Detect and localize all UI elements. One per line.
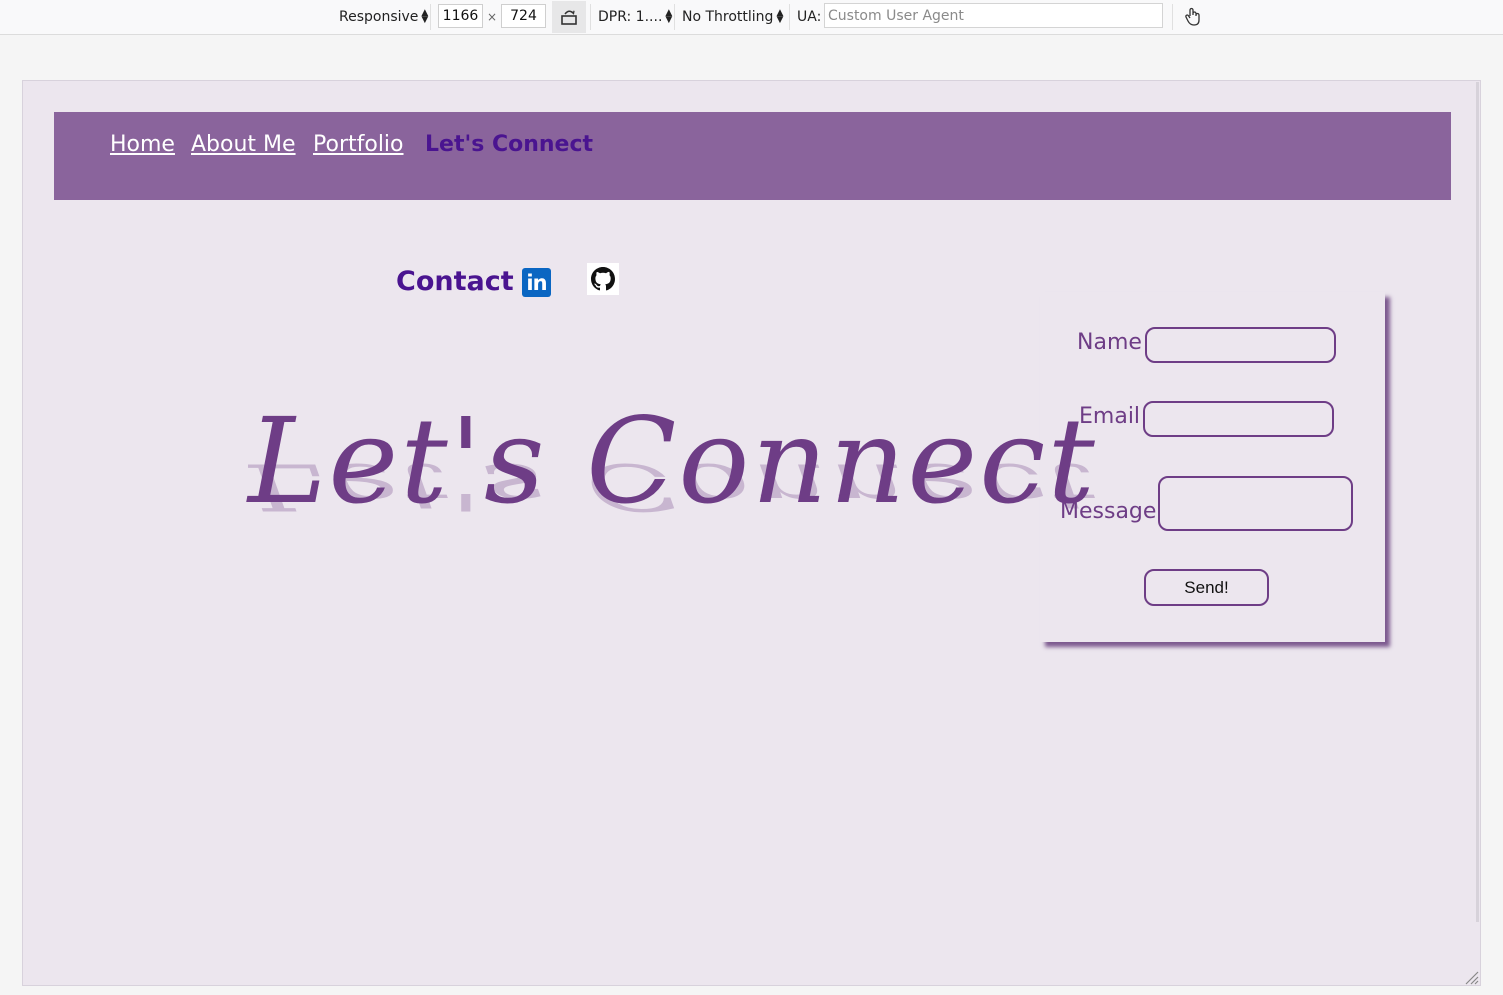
devtools-toolbar: Responsive ▲ ▼ 1166 × 724 DPR: 1.... ▲ ▼ N…	[0, 0, 1503, 35]
ua-label: UA:	[797, 9, 822, 25]
resize-grip-icon[interactable]	[1462, 968, 1480, 986]
height-input[interactable]: 724	[501, 4, 546, 28]
lets-connect-script-graphic: Let's Connect Let's Connect	[248, 381, 1097, 641]
nav-link-about-me[interactable]: About Me	[191, 132, 296, 157]
rotate-icon	[561, 10, 577, 25]
toolbar-divider	[1172, 4, 1173, 30]
dpr-label: DPR: 1....	[598, 9, 663, 25]
github-icon[interactable]	[587, 263, 619, 295]
throttling-label: No Throttling	[682, 9, 774, 25]
dimension-separator: ×	[487, 10, 498, 24]
nav-link-portfolio[interactable]: Portfolio	[313, 132, 404, 157]
rotate-viewport-button[interactable]	[552, 1, 586, 33]
viewport-scrollbar[interactable]	[1476, 82, 1479, 922]
user-agent-input[interactable]: Custom User Agent	[824, 3, 1163, 28]
message-textarea[interactable]	[1158, 476, 1353, 531]
send-button[interactable]: Send!	[1144, 569, 1269, 606]
name-label: Name	[1077, 330, 1142, 355]
responsive-viewport: Home About Me Portfolio Let's Connect Co…	[22, 80, 1481, 986]
message-label: Message	[1060, 499, 1157, 524]
contact-heading: Contact	[396, 266, 514, 297]
updown-caret-icon: ▲ ▼	[665, 8, 673, 25]
device-select-label: Responsive	[339, 9, 419, 25]
nav-link-lets-connect[interactable]: Let's Connect	[425, 132, 593, 157]
toolbar-divider	[674, 4, 675, 30]
nav-link-home[interactable]: Home	[110, 132, 175, 157]
github-octocat-icon	[591, 267, 615, 291]
updown-caret-icon: ▲ ▼	[776, 8, 784, 25]
hero-script-reflection: Let's Connect	[248, 449, 1097, 525]
toolbar-divider	[789, 4, 790, 30]
dpr-select[interactable]: DPR: 1.... ▲ ▼	[598, 0, 672, 34]
touch-simulation-button[interactable]	[1184, 0, 1202, 34]
site-navbar: Home About Me Portfolio Let's Connect	[54, 112, 1451, 200]
toolbar-divider	[430, 4, 431, 30]
device-select[interactable]: Responsive ▲ ▼	[339, 0, 428, 34]
toolbar-divider	[590, 4, 591, 30]
updown-caret-icon: ▲ ▼	[421, 8, 429, 25]
width-input[interactable]: 1166	[438, 4, 483, 28]
email-input[interactable]	[1143, 401, 1334, 437]
email-label: Email	[1079, 404, 1141, 429]
hand-pointer-icon	[1185, 7, 1200, 26]
name-input[interactable]	[1145, 327, 1336, 363]
throttling-select[interactable]: No Throttling ▲ ▼	[682, 0, 783, 34]
linkedin-icon[interactable]: in	[522, 268, 551, 297]
linkedin-icon-text: in	[526, 270, 547, 295]
